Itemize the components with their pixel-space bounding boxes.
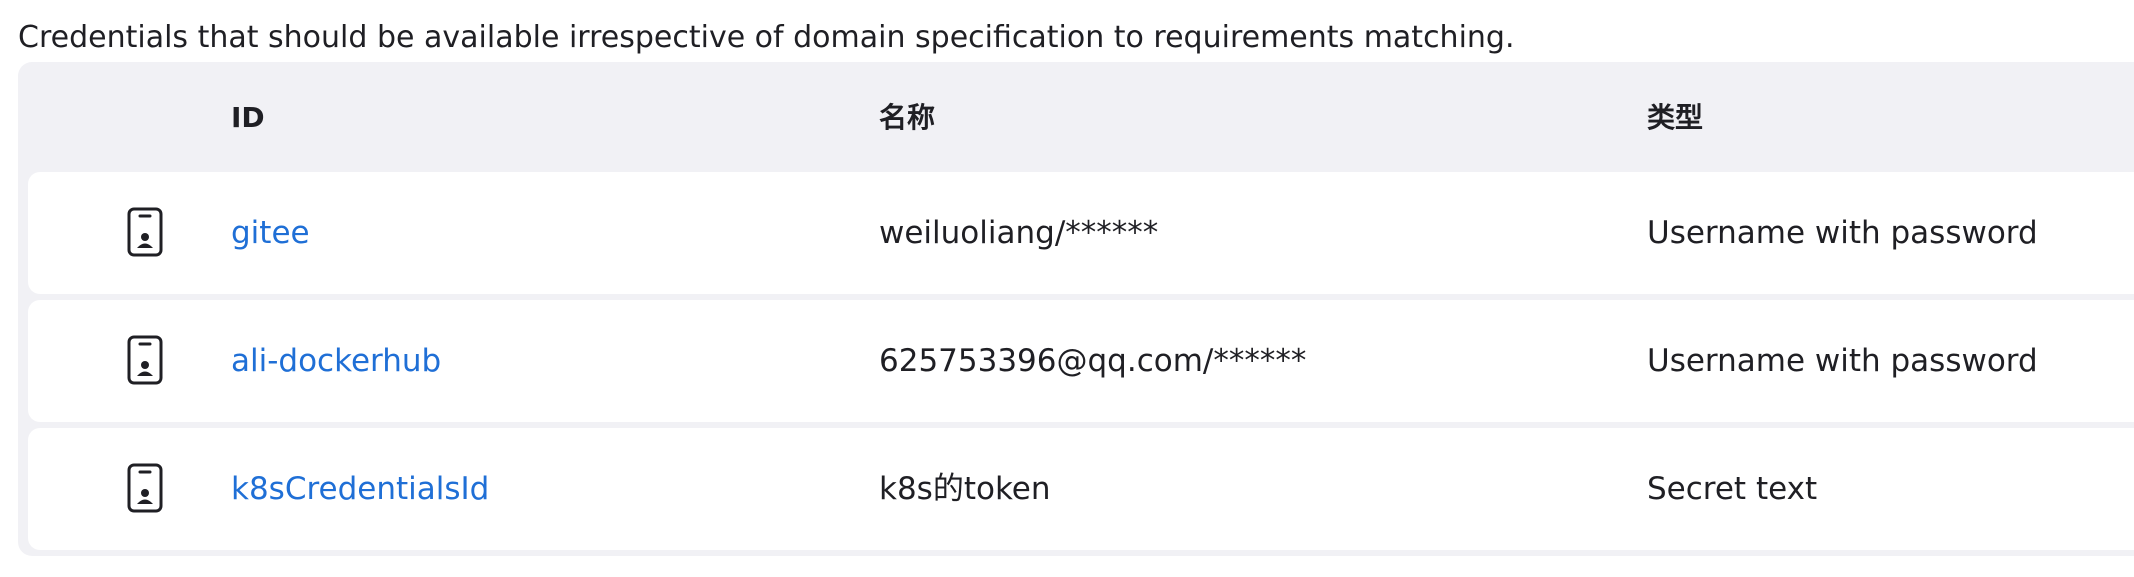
credential-id-link[interactable]: k8sCredentialsId (231, 468, 489, 510)
credential-type: Secret text (1647, 471, 1818, 507)
table-row: ali-dockerhub 625753396@qq.com/****** Us… (28, 300, 2134, 422)
table-body: gitee weiluoliang/****** Username with p… (28, 172, 2134, 550)
table-header: ID 名称 类型 (28, 62, 2134, 172)
id-card-icon (126, 206, 164, 258)
credential-type: Username with password (1647, 215, 2038, 251)
table-row: gitee weiluoliang/****** Username with p… (28, 172, 2134, 294)
credential-name: k8s的token (879, 471, 1051, 507)
table-row: k8sCredentialsId k8s的token Secret text (28, 428, 2134, 550)
credential-type: Username with password (1647, 343, 2038, 379)
column-header-type[interactable]: 类型 (1647, 98, 1703, 138)
credentials-description: Credentials that should be available irr… (18, 20, 1515, 55)
credentials-table: ID 名称 类型 gitee weiluoliang/****** Userna… (18, 62, 2134, 556)
id-card-icon (126, 462, 164, 514)
id-card-icon (126, 334, 164, 386)
credential-id-link[interactable]: gitee (231, 212, 310, 254)
credential-name: weiluoliang/****** (879, 215, 1159, 251)
credential-id-link[interactable]: ali-dockerhub (231, 340, 441, 382)
column-header-name[interactable]: 名称 (879, 98, 935, 138)
credential-name: 625753396@qq.com/****** (879, 343, 1307, 379)
column-header-id[interactable]: ID (231, 98, 265, 138)
